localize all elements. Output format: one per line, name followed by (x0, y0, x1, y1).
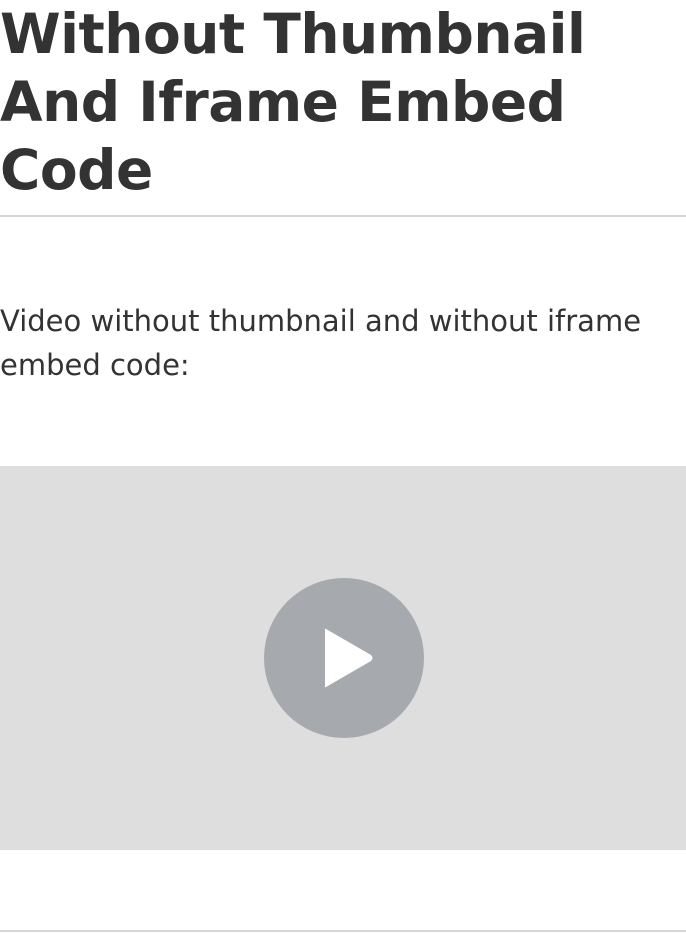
play-button[interactable] (264, 578, 424, 738)
divider (0, 215, 686, 217)
page-title: Without Thumbnail And Iframe Embed Code (0, 2, 586, 202)
video-player[interactable] (0, 466, 686, 850)
divider (0, 930, 686, 932)
play-icon (324, 628, 373, 688)
video-description: Video without thumbnail and without ifra… (0, 304, 642, 382)
